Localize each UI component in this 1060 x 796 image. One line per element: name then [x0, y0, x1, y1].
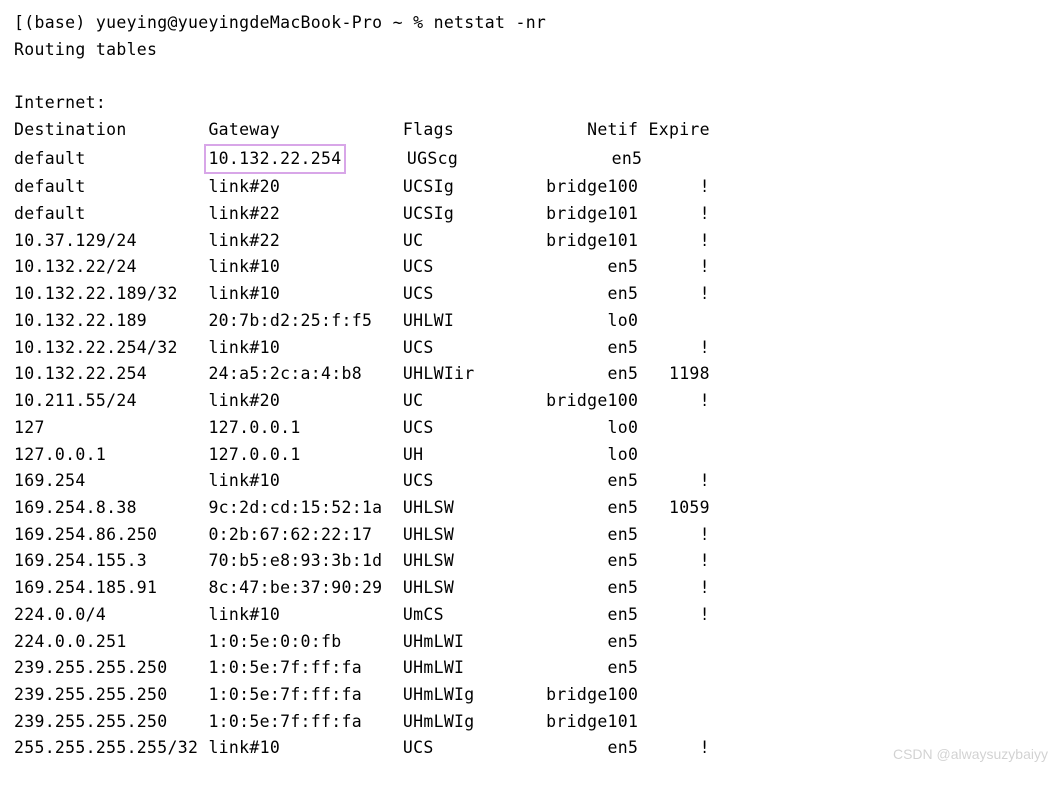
table-row: 169.254 link#10 UCS en5 ! — [14, 468, 1046, 495]
table-row: 224.0.0/4 link#10 UmCS en5 ! — [14, 602, 1046, 629]
command-prompt-line: [(base) yueying@yueyingdeMacBook-Pro ~ %… — [14, 10, 1046, 37]
table-row: 169.254.185.91 8c:47:be:37:90:29 UHLSW e… — [14, 575, 1046, 602]
table-row: 10.37.129/24 link#22 UC bridge101 ! — [14, 228, 1046, 255]
watermark: CSDN @alwaysuzybaiyy — [893, 743, 1048, 766]
cell-rest: UGScg en5 — [346, 149, 714, 168]
highlighted-gateway: 10.132.22.254 — [204, 144, 345, 175]
table-row: 10.132.22/24 link#10 UCS en5 ! — [14, 254, 1046, 281]
table-row: 239.255.255.250 1:0:5e:7f:ff:fa UHmLWIg … — [14, 709, 1046, 736]
table-row: 239.255.255.250 1:0:5e:7f:ff:fa UHmLWI e… — [14, 655, 1046, 682]
table-row: 169.254.8.38 9c:2d:cd:15:52:1a UHLSW en5… — [14, 495, 1046, 522]
table-row: 255.255.255.255/32 link#10 UCS en5 ! — [14, 735, 1046, 762]
table-row: default link#22 UCSIg bridge101 ! — [14, 201, 1046, 228]
table-row: 127 127.0.0.1 UCS lo0 — [14, 415, 1046, 442]
routing-tables-title: Routing tables — [14, 37, 1046, 64]
routing-table-body: default 10.132.22.254 UGScg en5 default … — [14, 144, 1046, 763]
internet-section-label: Internet: — [14, 90, 1046, 117]
table-row: 10.132.22.254/32 link#10 UCS en5 ! — [14, 335, 1046, 362]
column-headers: Destination Gateway Flags Netif Expire — [14, 117, 1046, 144]
blank-line — [14, 63, 1046, 90]
table-row: 127.0.0.1 127.0.0.1 UH lo0 — [14, 442, 1046, 469]
table-row: default 10.132.22.254 UGScg en5 — [14, 144, 1046, 175]
table-row: 10.132.22.254 24:a5:2c:a:4:b8 UHLWIir en… — [14, 361, 1046, 388]
table-row: 224.0.0.251 1:0:5e:0:0:fb UHmLWI en5 — [14, 629, 1046, 656]
table-row: default link#20 UCSIg bridge100 ! — [14, 174, 1046, 201]
table-row: 10.132.22.189 20:7b:d2:25:f:f5 UHLWI lo0 — [14, 308, 1046, 335]
cell-destination: default — [14, 149, 208, 168]
table-row: 10.132.22.189/32 link#10 UCS en5 ! — [14, 281, 1046, 308]
table-row: 169.254.155.3 70:b5:e8:93:3b:1d UHLSW en… — [14, 548, 1046, 575]
table-row: 10.211.55/24 link#20 UC bridge100 ! — [14, 388, 1046, 415]
table-row: 239.255.255.250 1:0:5e:7f:ff:fa UHmLWIg … — [14, 682, 1046, 709]
table-row: 169.254.86.250 0:2b:67:62:22:17 UHLSW en… — [14, 522, 1046, 549]
